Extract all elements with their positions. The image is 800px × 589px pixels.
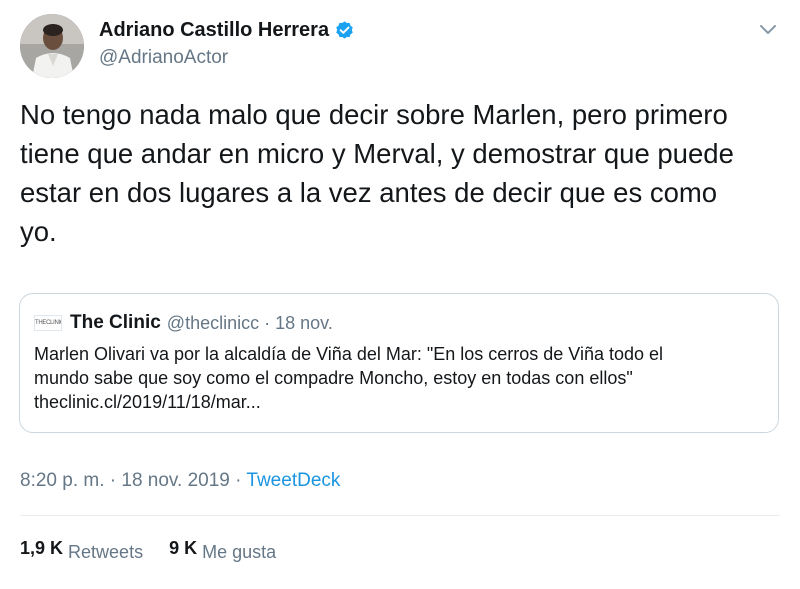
tweet-text-line: tiene que andar en micro y Merval, y dem…: [20, 138, 734, 169]
divider: [20, 515, 780, 516]
quoted-tweet-separator: ·: [264, 312, 271, 333]
tweet-timestamp[interactable]: 8:20 p. m.: [20, 470, 105, 491]
tweet-text: No tengo nada malo que decir sobre Marle…: [20, 95, 790, 251]
retweets-count: 1,9 K: [20, 538, 64, 558]
quoted-tweet-card[interactable]: THECLINIC The Clinic @theclinicc · 18 no…: [19, 293, 779, 433]
tweet-text-line: yo.: [20, 216, 57, 247]
author-name-row[interactable]: Adriano Castillo Herrera: [99, 19, 355, 42]
tweet-card: Adriano Castillo Herrera @AdrianoActor N…: [0, 0, 800, 589]
tweet-text-line: estar en dos lugares a la vez antes de d…: [20, 177, 718, 208]
tweet-date[interactable]: 18 nov. 2019: [121, 470, 229, 491]
quoted-tweet-handle: @theclinicc: [166, 312, 260, 333]
tweet-text-line: No tengo nada malo que decir sobre Marle…: [20, 99, 728, 130]
avatar[interactable]: [20, 14, 84, 78]
tweet-stats: 1,9 K Retweets 9 K Me gusta: [20, 538, 276, 562]
quoted-tweet-header: THECLINIC The Clinic @theclinicc · 18 no…: [34, 312, 333, 334]
avatar-photo: [20, 14, 84, 78]
chevron-down-icon[interactable]: [759, 22, 777, 36]
quoted-tweet-text: Marlen Olivari va por la alcaldía de Viñ…: [34, 342, 769, 414]
tweet-source-link[interactable]: TweetDeck: [246, 470, 340, 491]
meta-separator: ·: [109, 470, 117, 491]
meta-separator: ·: [235, 470, 242, 491]
likes-stat[interactable]: 9 K Me gusta: [169, 538, 276, 562]
tweet-metadata: 8:20 p. m. · 18 nov. 2019 · TweetDeck: [20, 470, 340, 492]
verified-badge-icon: [334, 20, 355, 41]
retweets-stat[interactable]: 1,9 K Retweets: [20, 538, 143, 562]
quoted-tweet-link: theclinic.cl/2019/11/18/mar...: [34, 392, 261, 412]
quoted-tweet-date: 18 nov.: [275, 312, 333, 333]
quoted-tweet-text-line: Marlen Olivari va por la alcaldía de Viñ…: [34, 344, 664, 364]
likes-count: 9 K: [169, 538, 198, 558]
quoted-tweet-avatar: THECLINIC: [34, 315, 62, 331]
author-handle[interactable]: @AdrianoActor: [99, 47, 228, 69]
quoted-tweet-text-line: mundo sabe que soy como el compadre Monc…: [34, 368, 633, 388]
likes-label: Me gusta: [202, 542, 277, 562]
author-display-name[interactable]: Adriano Castillo Herrera: [99, 19, 329, 42]
retweets-label: Retweets: [68, 542, 144, 562]
quoted-tweet-display-name: The Clinic: [70, 312, 161, 333]
